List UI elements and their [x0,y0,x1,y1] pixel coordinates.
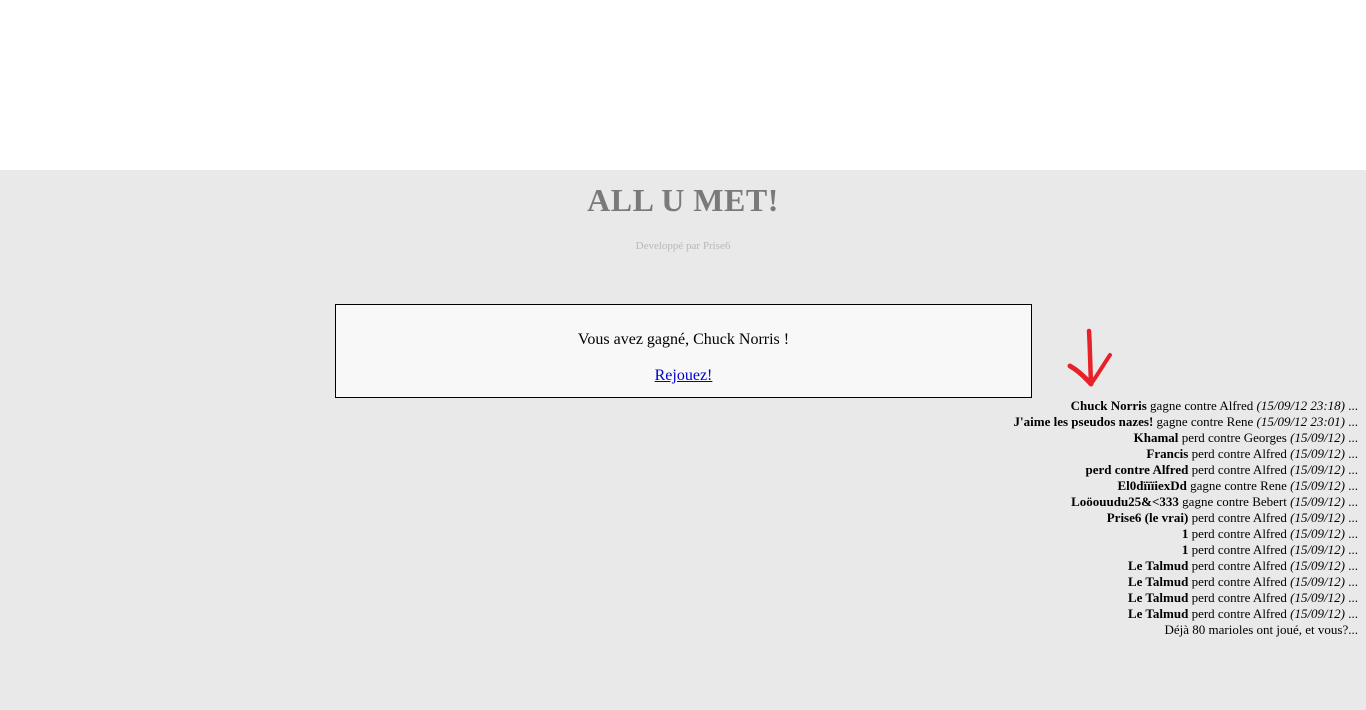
history-row: Prise6 (le vrai) perd contre Alfred (15/… [758,510,1358,526]
player-name: Francis [1146,446,1189,461]
match-date: (15/09/12) [1290,558,1345,573]
history-row: Chuck Norris gagne contre Alfred (15/09/… [758,398,1358,414]
match-result: perd contre Alfred [1188,542,1291,557]
history-row: 1 perd contre Alfred (15/09/12) ... [758,542,1358,558]
match-date: (15/09/12) [1290,478,1345,493]
main-area: ALL U MET! Developpé par Prise6 Vous ave… [0,170,1366,710]
match-date: (15/09/12) [1290,526,1345,541]
ellipsis: ... [1345,558,1358,573]
game-history-list: Chuck Norris gagne contre Alfred (15/09/… [758,398,1358,638]
result-box: Vous avez gagné, Chuck Norris ! Rejouez! [335,304,1032,398]
match-result: gagne contre Rene [1153,414,1257,429]
history-row: El0dïïïiexDd gagne contre Rene (15/09/12… [758,478,1358,494]
history-row: Khamal perd contre Georges (15/09/12) ..… [758,430,1358,446]
ellipsis: ... [1345,510,1358,525]
ellipsis: ... [1345,494,1358,509]
match-result: perd contre Alfred [1188,462,1291,477]
top-blank-area [0,0,1366,170]
history-row: J'aime les pseudos nazes! gagne contre R… [758,414,1358,430]
ellipsis: ... [1345,606,1358,621]
ellipsis: ... [1345,590,1358,605]
player-name: perd contre Alfred [1085,462,1189,477]
player-name: Le Talmud [1127,606,1189,621]
player-name: Prise6 (le vrai) [1106,510,1189,525]
replay-link-wrapper: Rejouez! [336,367,1031,385]
red-down-arrow-icon [1067,328,1112,387]
history-row: Le Talmud perd contre Alfred (15/09/12) … [758,590,1358,606]
developer-credit: Developpé par Prise6 [635,240,731,252]
player-name: Le Talmud [1127,590,1189,605]
ellipsis: ... [1345,414,1358,429]
history-row: 1 perd contre Alfred (15/09/12) ... [758,526,1358,542]
ellipsis: ... [1345,430,1358,445]
match-result: perd contre Alfred [1188,558,1291,573]
match-date: (15/09/12 23:18) [1256,398,1345,413]
history-row: perd contre Alfred perd contre Alfred (1… [758,462,1358,478]
match-result: perd contre Alfred [1188,574,1291,589]
match-result: perd contre Alfred [1188,526,1291,541]
ellipsis: ... [1345,574,1358,589]
match-result: gagne contre Rene [1186,478,1291,493]
history-row: Le Talmud perd contre Alfred (15/09/12) … [758,558,1358,574]
match-date: (15/09/12) [1290,590,1345,605]
match-date: (15/09/12) [1290,446,1345,461]
match-result: perd contre Alfred [1188,446,1291,461]
player-name: Loöouudu25&<333 [1071,494,1179,509]
match-date: (15/09/12) [1290,510,1345,525]
match-result: perd contre Georges [1178,430,1291,445]
match-result: gagne contre Bebert [1178,494,1291,509]
player-name: Le Talmud [1127,574,1189,589]
ellipsis: ... [1345,526,1358,541]
page-title: ALL U MET! [587,182,779,218]
result-message: Vous avez gagné, Chuck Norris ! [577,331,790,348]
match-date: (15/09/12) [1290,542,1345,557]
ellipsis: ... [1345,446,1358,461]
history-row: Loöouudu25&<333 gagne contre Bebert (15/… [758,494,1358,510]
match-result: perd contre Alfred [1188,590,1291,605]
match-date: (15/09/12) [1290,430,1345,445]
match-result: perd contre Alfred [1188,510,1291,525]
ellipsis: ... [1345,398,1358,413]
match-date: (15/09/12) [1290,462,1345,477]
replay-link[interactable]: Rejouez! [655,367,713,384]
match-date: (15/09/12) [1290,494,1345,509]
players-count-footer: Déjà 80 marioles ont joué, et vous?... [1164,622,1358,637]
ellipsis: ... [1345,542,1358,557]
match-date: (15/09/12 23:01) [1256,414,1345,429]
player-name: J'aime les pseudos nazes! [1013,414,1154,429]
ellipsis: ... [1345,478,1358,493]
match-result: perd contre Alfred [1188,606,1291,621]
player-name: Le Talmud [1127,558,1189,573]
match-date: (15/09/12) [1290,606,1345,621]
history-row: Francis perd contre Alfred (15/09/12) ..… [758,446,1358,462]
match-date: (15/09/12) [1290,574,1345,589]
player-name: Khamal [1133,430,1179,445]
player-name: Chuck Norris [1070,398,1147,413]
history-row: Le Talmud perd contre Alfred (15/09/12) … [758,606,1358,622]
history-row: Le Talmud perd contre Alfred (15/09/12) … [758,574,1358,590]
ellipsis: ... [1345,462,1358,477]
match-result: gagne contre Alfred [1146,398,1257,413]
player-name: El0dïïïiexDd [1117,478,1187,493]
